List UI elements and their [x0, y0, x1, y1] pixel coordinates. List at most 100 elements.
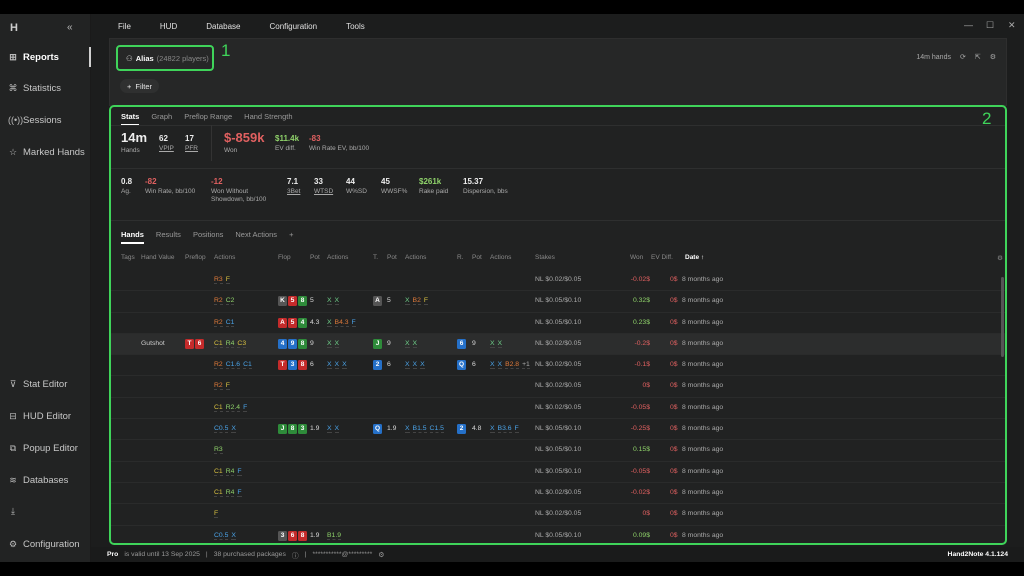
action: C1 — [225, 318, 235, 327]
sidebar-item-label: Reports — [23, 51, 59, 63]
ev-diff: 0$ — [670, 382, 678, 390]
column-header[interactable]: Actions — [490, 254, 511, 261]
table-row[interactable]: R2 F NL $0.02/$0.05 0$ 0$ 8 months ago — [111, 376, 1005, 398]
action: R4 — [225, 488, 235, 497]
table-row[interactable]: C1 R2.4 F NL $0.02/$0.05 -0.05$ 0$ 8 months ag… — [111, 398, 1005, 420]
action: X — [412, 361, 418, 370]
scrollbar[interactable] — [1001, 277, 1004, 357]
sidebar-item-popup-editor[interactable]: ⧉ Popup Editor — [0, 436, 91, 460]
minimize-icon[interactable]: — — [964, 20, 973, 30]
board-cards: 498 — [278, 338, 308, 349]
column-header[interactable]: Tags — [121, 254, 135, 261]
menu-configuration[interactable]: Configuration — [269, 22, 317, 31]
action: B1.5 — [412, 425, 427, 434]
column-header[interactable]: Pot — [472, 254, 482, 261]
column-header[interactable]: EV Diff. — [651, 254, 673, 261]
column-header[interactable]: Pot — [310, 254, 320, 261]
sidebar-item-marked-hands[interactable]: ☆ Marked Hands — [0, 140, 91, 164]
actions-cell: R3 F — [214, 276, 233, 284]
separator: | — [205, 551, 208, 558]
stat-value: 15.37 — [463, 177, 484, 186]
sidebar-item-databases[interactable]: ≋ Databases — [0, 468, 91, 492]
column-header[interactable]: T. — [373, 254, 378, 261]
add-tab-button[interactable]: + — [289, 230, 293, 244]
ev-diff: 0$ — [670, 297, 678, 305]
column-header[interactable]: Actions — [405, 254, 426, 261]
menu-file[interactable]: File — [118, 22, 131, 31]
action: B3.6 — [497, 425, 512, 434]
sidebar-item-sessions[interactable]: ((•)) Sessions — [0, 108, 91, 132]
actions-cell: C1 R4 F — [214, 488, 245, 497]
collapse-sidebar-icon[interactable]: « — [67, 22, 73, 33]
menu-hud[interactable]: HUD — [160, 22, 177, 31]
column-header[interactable]: R. — [457, 254, 464, 261]
table-row[interactable]: R2 C1 A 5 4 4.3 X B4.3 F NL $0.05/$0.10 0.23$ 0$ 8 m… — [111, 313, 1005, 334]
stat-label: Ag. — [121, 188, 131, 195]
column-header[interactable]: Flop — [278, 254, 291, 261]
sidebar-item-download[interactable]: ⤓ — [0, 499, 91, 523]
column-header[interactable]: Preflop — [185, 254, 206, 261]
column-header[interactable]: Hand Value — [141, 254, 175, 261]
table-row[interactable]: C0.5 X J 8 3 1.9 X X Q 1.9 X B1.5 C1.5 2 4.8 X B3.6 F NL $… — [111, 419, 1005, 441]
maximize-icon[interactable]: ☐ — [986, 20, 994, 31]
stat-rake-paid: $261k Rake paid — [419, 177, 448, 196]
sidebar-item-stat-editor[interactable]: ⊽ Stat Editor — [0, 372, 91, 396]
settings-icon[interactable]: ⚙ — [990, 53, 996, 61]
table-row[interactable]: Gutshot T 6 C1 R4 C3 4 9 8 9 X X J 9 X X 6 9 X X NL $0.02/$0… — [111, 333, 1005, 356]
column-header[interactable]: Won — [630, 254, 643, 261]
filter-button[interactable]: + Filter — [120, 79, 160, 93]
table-row[interactable]: C0.5 X 3 6 8 1.9 B1.9 NL $0.05/$0.10 0.09$ 0$ 8 mo… — [111, 526, 1005, 543]
card: J — [278, 424, 287, 435]
sidebar-item-configuration[interactable]: ⚙ Configuration — [0, 532, 91, 556]
sessions-icon: ((•)) — [8, 115, 24, 125]
tab-stats[interactable]: Stats — [121, 112, 140, 126]
tab-next-actions[interactable]: Next Actions — [235, 230, 277, 244]
tab-preflop-range[interactable]: Preflop Range — [184, 112, 232, 126]
table-row[interactable]: C1 R4 F NL $0.05/$0.10 -0.05$ 0$ 8 months ago — [111, 462, 1005, 483]
ev-diff: 0$ — [670, 467, 678, 475]
sidebar-item-label: Sessions — [23, 114, 62, 126]
action: X — [405, 339, 410, 348]
table-row[interactable]: F NL $0.02/$0.05 0$ 0$ 8 months ago — [111, 504, 1005, 526]
tab-results[interactable]: Results — [156, 230, 181, 244]
card: 8 — [298, 338, 307, 349]
column-header[interactable]: Actions — [327, 254, 348, 261]
actions-cell: XX — [490, 339, 505, 348]
tab-positions[interactable]: Positions — [193, 230, 223, 244]
menu-tools[interactable]: Tools — [346, 22, 365, 31]
column-header[interactable]: Date ↑ — [685, 254, 704, 261]
table-row[interactable]: R2 C1.6 C1 T 3 8 6 X X X 2 6 X X X Q 6 X X B2.8 +1 NL $0.02/$… — [111, 355, 1005, 377]
card: 3 — [288, 360, 297, 371]
info-icon[interactable]: ⓘ — [292, 550, 299, 560]
pot: 5 — [310, 297, 314, 305]
account-email: ***********@********* — [312, 551, 373, 558]
header-tools: 14m hands ⟳ ⇱ ⚙ — [916, 53, 996, 62]
tab-graph[interactable]: Graph — [151, 112, 172, 126]
sidebar-item-statistics[interactable]: ⌘ Statistics — [0, 76, 91, 100]
alias-selector[interactable]: ⚇ Alias (24822 players) — [116, 45, 214, 71]
sidebar-item-hud-editor[interactable]: ⊟ HUD Editor — [0, 404, 91, 428]
tab-hand-strength[interactable]: Hand Strength — [244, 112, 292, 126]
menu-database[interactable]: Database — [206, 22, 240, 31]
sidebar-item-label: Stat Editor — [23, 378, 68, 390]
tab-hands[interactable]: Hands — [121, 230, 144, 244]
statistics-icon: ⌘ — [8, 82, 18, 93]
stakes: NL $0.02/$0.05 — [535, 403, 582, 411]
action: X — [334, 425, 340, 434]
column-header[interactable]: Actions — [214, 254, 235, 261]
column-header[interactable]: Pot — [387, 254, 397, 261]
refresh-icon[interactable]: ⟳ — [960, 53, 966, 61]
table-row[interactable]: R3 NL $0.05/$0.10 0.15$ 0$ 8 months ago — [111, 440, 1005, 462]
table-settings-icon[interactable]: ⚙ — [997, 254, 1003, 262]
card: K — [278, 296, 287, 307]
sidebar: H « ⊞ Reports ⌘ Statistics ((•)) Sessions ☆ Mar… — [0, 14, 91, 562]
table-row[interactable]: C1 R4 F NL $0.02/$0.05 -0.02$ 0$ 8 months ago — [111, 483, 1005, 505]
close-icon[interactable]: ✕ — [1008, 20, 1016, 31]
column-header[interactable]: Stakes — [535, 254, 555, 261]
table-row[interactable]: R3 F NL $0.02/$0.05 -0.02$ 0$ 8 months ago — [111, 270, 1005, 292]
sidebar-item-reports[interactable]: ⊞ Reports — [0, 45, 91, 69]
action: R2.4 — [225, 403, 241, 412]
settings-icon[interactable]: ⚙ — [378, 551, 384, 559]
table-row[interactable]: R2 C2 K 5 8 5 X X A 5 X B2 F NL $0.05/$0.10 0.32$ 0$ 8 m… — [111, 291, 1005, 313]
export-icon[interactable]: ⇱ — [975, 53, 981, 61]
